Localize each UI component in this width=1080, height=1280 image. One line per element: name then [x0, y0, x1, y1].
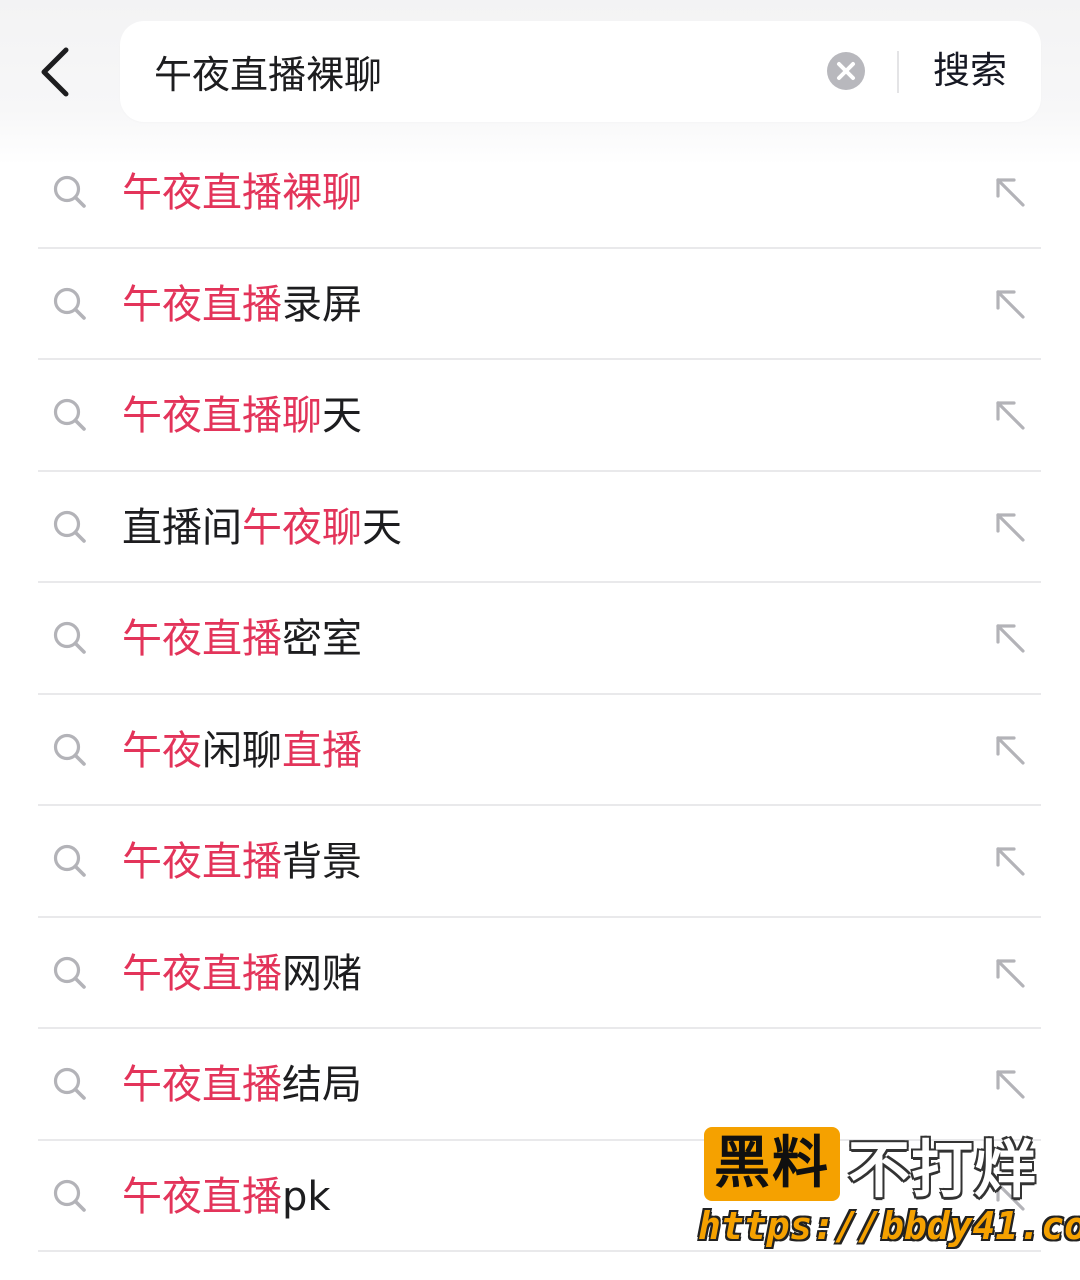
- plain-text: 密室: [282, 616, 362, 662]
- plain-text: 闲聊: [202, 727, 282, 774]
- search-box: 搜索: [120, 21, 1041, 122]
- suggestion-item[interactable]: 午夜直播裸聊: [0, 137, 1080, 249]
- fill-arrow-icon[interactable]: [992, 732, 1028, 768]
- suggestion-item[interactable]: 午夜直播pk: [0, 1141, 1080, 1252]
- search-icon: [53, 733, 86, 766]
- suggestion-item[interactable]: 午夜闲聊直播: [0, 695, 1080, 806]
- search-icon: [53, 844, 86, 877]
- suggestion-item[interactable]: 直播间午夜聊天: [0, 472, 1080, 583]
- search-header: 搜索: [0, 0, 1080, 142]
- plain-text: 天: [322, 393, 362, 439]
- plain-text: 天: [362, 504, 402, 551]
- highlighted-text: 午夜: [122, 727, 202, 774]
- plain-text: 结局: [282, 1062, 362, 1108]
- plain-text: 录屏: [282, 281, 362, 328]
- suggestion-text: 午夜直播背景: [122, 834, 362, 890]
- suggestion-item[interactable]: 午夜直播网赌: [0, 918, 1080, 1029]
- fill-arrow-icon[interactable]: [992, 955, 1028, 991]
- search-icon: [53, 1179, 86, 1212]
- suggestion-list: 午夜直播裸聊 午夜直播录屏 午夜直播聊天 直播间午夜聊天 午夜直播密室 午夜闲聊直播 午夜直…: [0, 137, 1080, 1252]
- suggestion-text: 午夜闲聊直播: [122, 723, 362, 779]
- suggestion-item[interactable]: 午夜直播背景: [0, 806, 1080, 918]
- suggestion-text: 午夜直播密室: [122, 611, 362, 667]
- fill-arrow-icon[interactable]: [992, 286, 1028, 322]
- highlighted-text: 午夜直播: [122, 616, 282, 662]
- plain-text: 网赌: [282, 950, 362, 997]
- highlighted-text: 午夜直播: [122, 1062, 282, 1108]
- suggestion-text: 午夜直播聊天: [122, 388, 362, 444]
- fill-arrow-icon[interactable]: [992, 1066, 1028, 1102]
- fill-arrow-icon[interactable]: [992, 174, 1028, 210]
- suggestion-text: 直播间午夜聊天: [122, 500, 402, 556]
- fill-arrow-icon[interactable]: [992, 843, 1028, 879]
- search-icon: [53, 287, 86, 320]
- search-icon: [53, 398, 86, 431]
- suggestion-text: 午夜直播录屏: [122, 277, 362, 333]
- suggestion-text: 午夜直播裸聊: [122, 165, 362, 221]
- suggestion-item[interactable]: 午夜直播结局: [0, 1029, 1080, 1141]
- clear-button[interactable]: [826, 51, 866, 91]
- suggestion-item[interactable]: 午夜直播密室: [0, 583, 1080, 695]
- row-divider: [38, 1250, 1041, 1252]
- highlighted-text: 午夜直播: [122, 281, 282, 328]
- suggestion-text: 午夜直播网赌: [122, 946, 362, 1002]
- fill-arrow-icon[interactable]: [992, 509, 1028, 545]
- search-button[interactable]: 搜索: [920, 43, 1020, 99]
- highlighted-text: 午夜聊: [242, 504, 362, 551]
- highlighted-text: 午夜直播: [122, 1173, 282, 1220]
- plain-text: 背景: [282, 839, 362, 885]
- search-icon: [53, 1067, 86, 1100]
- highlighted-text: 午夜直播裸聊: [122, 170, 362, 216]
- suggestion-text: 午夜直播结局: [122, 1057, 362, 1113]
- fill-arrow-icon[interactable]: [992, 620, 1028, 656]
- back-button[interactable]: [26, 40, 86, 104]
- clear-circle-icon: [827, 52, 865, 90]
- search-divider: [897, 51, 899, 93]
- search-icon: [53, 621, 86, 654]
- fill-arrow-icon[interactable]: [992, 1178, 1028, 1214]
- suggestion-item[interactable]: 午夜直播录屏: [0, 249, 1080, 360]
- suggestion-item[interactable]: 午夜直播聊天: [0, 360, 1080, 472]
- search-icon: [53, 956, 86, 989]
- back-chevron-icon: [41, 47, 69, 97]
- suggestion-text: 午夜直播pk: [122, 1169, 331, 1225]
- highlighted-text: 午夜直播: [122, 950, 282, 997]
- fill-arrow-icon[interactable]: [992, 397, 1028, 433]
- plain-text: pk: [282, 1173, 331, 1220]
- highlighted-text: 午夜直播: [122, 839, 282, 885]
- search-suggestion-screen: 搜索 午夜直播裸聊午夜直播录屏午夜直播聊天直播间午夜聊天午夜直播密室午夜闲聊直播…: [0, 0, 1080, 1280]
- search-input[interactable]: [154, 43, 794, 99]
- highlighted-text: 直播: [282, 727, 362, 774]
- highlighted-text: 午夜直播聊: [122, 393, 322, 439]
- search-icon: [53, 175, 86, 208]
- plain-text: 直播间: [122, 504, 242, 551]
- search-icon: [53, 510, 86, 543]
